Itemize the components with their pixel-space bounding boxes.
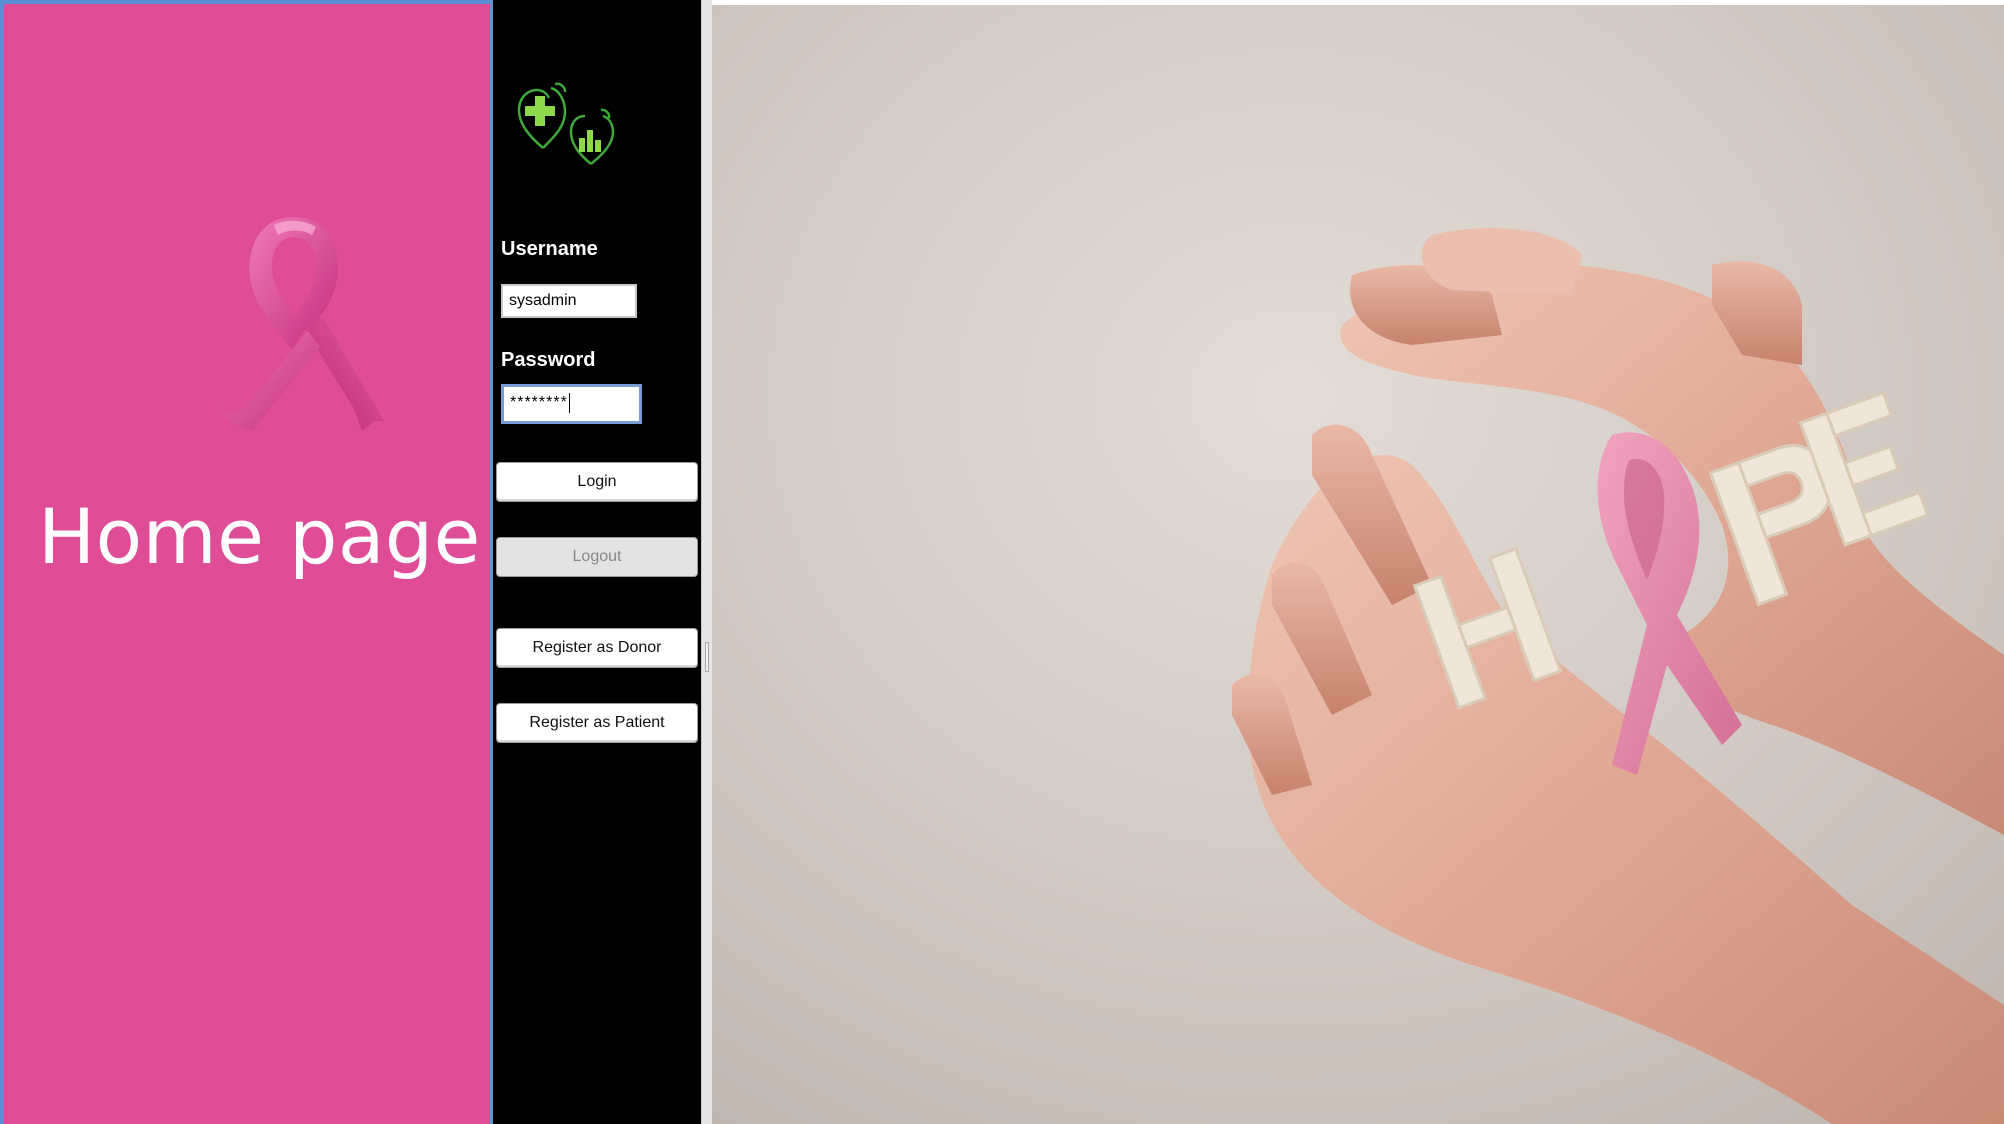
pink-ribbon-icon <box>216 217 384 431</box>
password-mask: ******** <box>510 394 568 411</box>
health-hearts-logo-icon <box>517 82 615 165</box>
username-input[interactable]: sysadmin <box>501 284 637 318</box>
password-label: Password <box>501 349 596 371</box>
hands-holding-ribbon-photo <box>712 5 2004 1124</box>
login-panel: Username sysadmin Password ******** Logi… <box>493 0 701 1124</box>
split-pane-divider[interactable] <box>701 0 712 1124</box>
username-label: Username <box>501 238 598 260</box>
hope-photo <box>712 5 2004 1124</box>
divider-grip-handle[interactable] <box>705 642 709 672</box>
password-input[interactable]: ******** <box>501 384 642 424</box>
logout-button[interactable]: Logout <box>496 537 698 577</box>
register-patient-button[interactable]: Register as Patient <box>496 703 698 743</box>
login-button[interactable]: Login <box>496 462 698 502</box>
register-donor-button[interactable]: Register as Donor <box>496 628 698 668</box>
app-window: Home page Username sysadmin Password ***… <box>0 0 2004 1124</box>
home-side-panel: Home page <box>0 0 493 1124</box>
text-caret <box>568 392 570 413</box>
home-page-title: Home page <box>38 492 481 581</box>
